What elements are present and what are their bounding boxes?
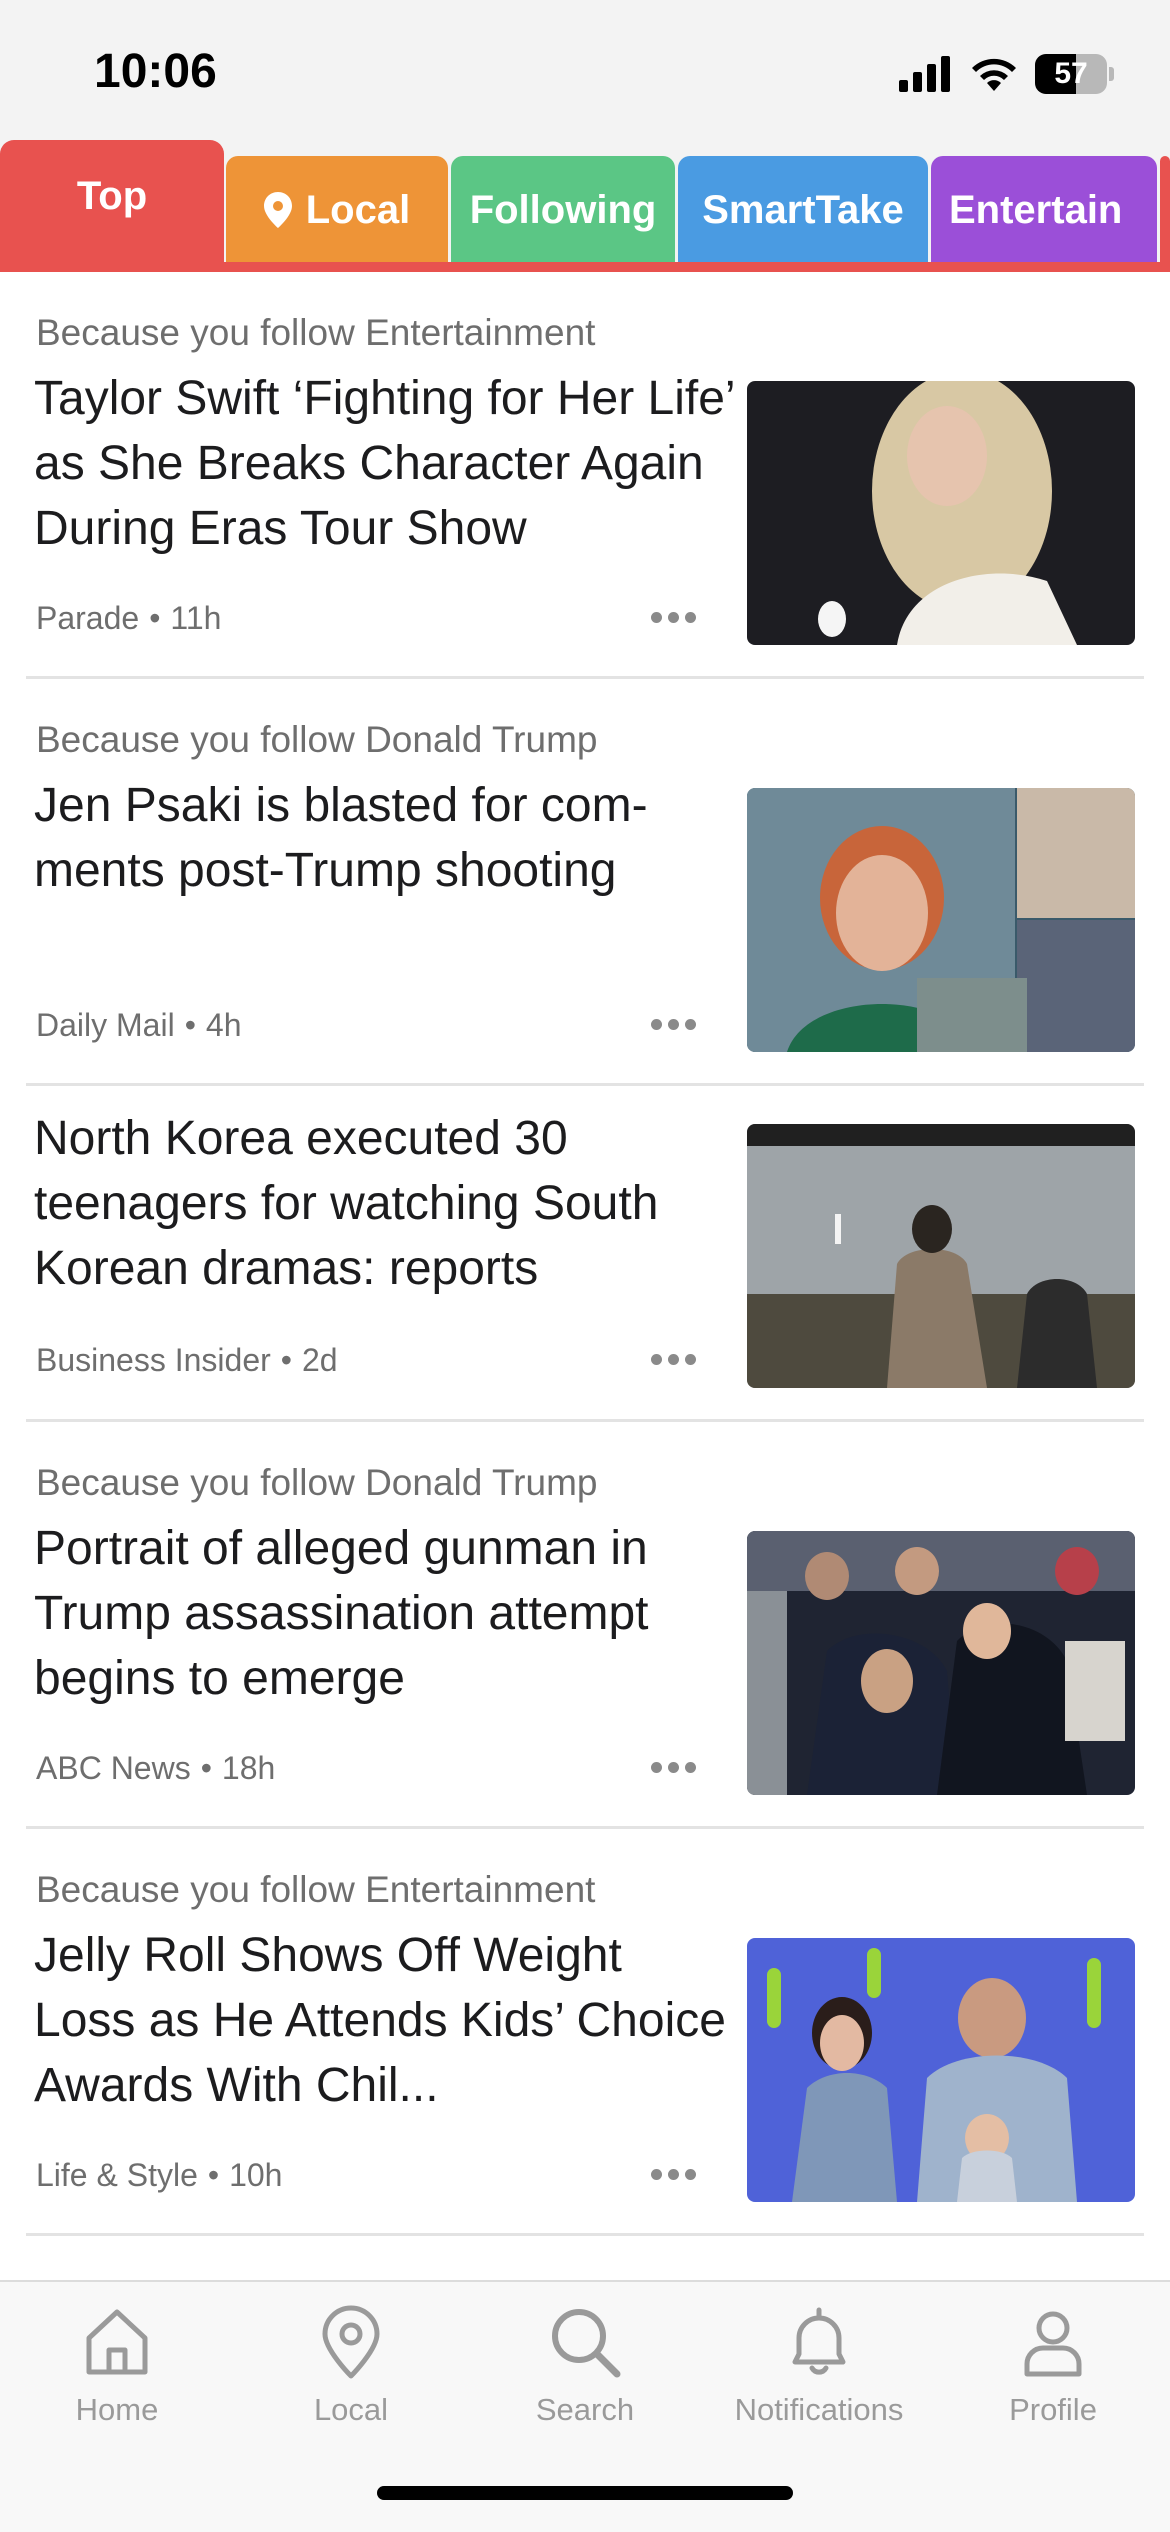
more-options-icon[interactable] bbox=[646, 1351, 700, 1367]
follow-reason: Because you follow Donald Trump bbox=[36, 719, 598, 760]
nav-label: Local bbox=[313, 2392, 389, 2427]
tab-following[interactable]: Following bbox=[451, 156, 675, 264]
news-feed[interactable]: Because you follow Entertainment Taylor … bbox=[0, 272, 1170, 2280]
article-source: Business Insider bbox=[36, 1342, 271, 1378]
tab-label: Following bbox=[469, 187, 657, 232]
article-headline[interactable]: Jen Psaki is blasted for com-ments post-… bbox=[34, 773, 734, 903]
home-icon bbox=[86, 2309, 148, 2375]
category-tabs: Top Local Following SmartTake Entertain bbox=[0, 140, 1170, 272]
article-meta: Daily Mail • 4h bbox=[36, 1007, 242, 1043]
tab-next-partial[interactable] bbox=[1160, 156, 1170, 264]
article-thumbnail[interactable] bbox=[747, 1531, 1135, 1795]
article-meta: ABC News • 18h bbox=[36, 1750, 276, 1786]
article-card[interactable]: North Korea executed 30 teenagers for wa… bbox=[26, 1086, 1144, 1422]
article-age: 10h bbox=[229, 2157, 283, 2193]
tab-label: Entertain bbox=[949, 187, 1123, 232]
follow-reason: Because you follow Donald Trump bbox=[36, 1462, 598, 1503]
status-bar: 10:06 57 bbox=[0, 0, 1170, 140]
nav-search[interactable]: Search bbox=[468, 2302, 702, 2452]
article-card[interactable]: Because you follow Donald Trump Jen Psak… bbox=[26, 679, 1144, 1086]
search-icon bbox=[552, 2309, 621, 2378]
nav-label: Profile bbox=[1009, 2392, 1097, 2427]
battery-icon: 57 bbox=[1035, 54, 1107, 94]
tab-label: Local bbox=[305, 187, 411, 232]
article-source: ABC News bbox=[36, 1750, 191, 1786]
nav-label: Search bbox=[535, 2392, 635, 2427]
status-icons: 57 bbox=[899, 52, 1114, 96]
home-indicator bbox=[377, 2486, 793, 2500]
tab-entertainment[interactable]: Entertain bbox=[931, 156, 1157, 264]
article-thumbnail[interactable] bbox=[747, 1124, 1135, 1388]
article-age: 2d bbox=[301, 1342, 338, 1378]
article-headline[interactable]: Jelly Roll Shows Off Weight Loss as He A… bbox=[34, 1923, 734, 2118]
article-age: 11h bbox=[170, 600, 222, 636]
person-icon bbox=[1024, 2311, 1082, 2377]
tab-local[interactable]: Local bbox=[226, 156, 448, 264]
article-source: Parade bbox=[36, 600, 140, 636]
nav-home[interactable]: Home bbox=[0, 2302, 234, 2452]
article-card[interactable]: Because you follow Donald Trump Portrait… bbox=[26, 1422, 1144, 1829]
article-headline[interactable]: Portrait of alleged gunman in Trump assa… bbox=[34, 1516, 734, 1711]
article-age: 18h bbox=[221, 1750, 276, 1786]
article-meta: Life & Style • 10h bbox=[36, 2157, 283, 2193]
tab-top[interactable]: Top bbox=[0, 140, 224, 272]
article-thumbnail[interactable] bbox=[747, 788, 1135, 1052]
article-meta: Parade • 11h bbox=[36, 600, 222, 636]
article-source: Daily Mail bbox=[36, 1007, 175, 1043]
follow-reason: Because you follow Entertainment bbox=[36, 312, 596, 353]
article-age: 4h bbox=[205, 1007, 242, 1043]
article-card[interactable] bbox=[26, 2236, 1144, 2280]
more-options-icon[interactable] bbox=[646, 1016, 700, 1032]
article-headline[interactable]: Taylor Swift ‘Fighting for Her Life’ as … bbox=[34, 366, 734, 561]
follow-reason: Because you follow Entertainment bbox=[36, 1869, 596, 1910]
battery-level: 57 bbox=[1054, 57, 1088, 90]
more-options-icon[interactable] bbox=[646, 609, 700, 625]
nav-label: Notifications bbox=[734, 2392, 904, 2427]
tab-underline bbox=[0, 262, 1170, 272]
nav-notifications[interactable]: Notifications bbox=[702, 2302, 936, 2452]
tab-smarttake[interactable]: SmartTake bbox=[678, 156, 928, 264]
article-thumbnail[interactable] bbox=[747, 1938, 1135, 2202]
more-options-icon[interactable] bbox=[646, 2166, 700, 2182]
location-pin-icon bbox=[263, 192, 292, 228]
tab-label: Top bbox=[76, 173, 148, 218]
cellular-signal-icon bbox=[899, 56, 950, 92]
nav-local[interactable]: Local bbox=[234, 2302, 468, 2452]
more-options-icon[interactable] bbox=[646, 1759, 700, 1775]
article-headline[interactable]: North Korea executed 30 teenagers for wa… bbox=[34, 1106, 734, 1301]
article-meta: Business Insider • 2d bbox=[36, 1342, 338, 1378]
location-pin-icon bbox=[322, 2305, 380, 2379]
article-card[interactable]: Because you follow Entertainment Taylor … bbox=[26, 272, 1144, 679]
status-time: 10:06 bbox=[94, 45, 217, 98]
wifi-icon bbox=[972, 58, 1016, 91]
nav-label: Home bbox=[75, 2392, 159, 2427]
bell-icon bbox=[792, 2307, 846, 2375]
article-source: Life & Style bbox=[36, 2157, 198, 2193]
nav-profile[interactable]: Profile bbox=[936, 2302, 1170, 2452]
tab-label: SmartTake bbox=[702, 187, 904, 232]
article-card[interactable]: Because you follow Entertainment Jelly R… bbox=[26, 1829, 1144, 2236]
article-thumbnail[interactable] bbox=[747, 381, 1135, 645]
